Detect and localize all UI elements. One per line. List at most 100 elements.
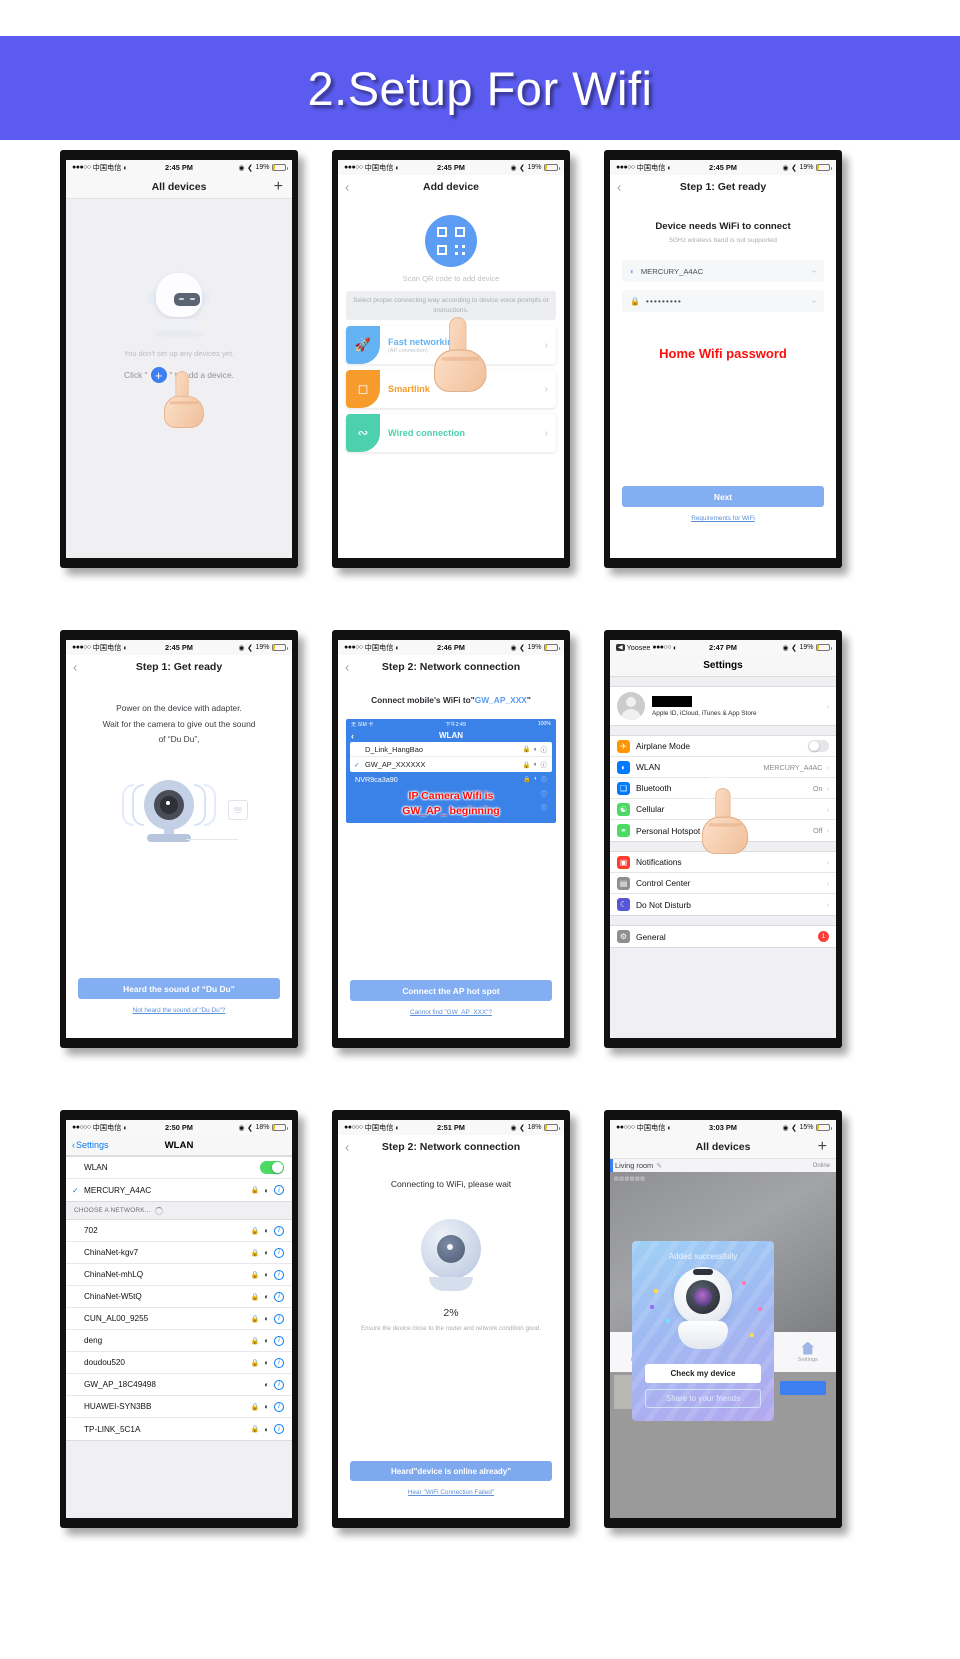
inner-network-row[interactable]: D_Link_HangBao 🔒 ◐ ⓘ xyxy=(350,742,552,757)
bluetooth-icon: ❮ xyxy=(247,164,253,172)
info-icon[interactable]: i xyxy=(274,1291,284,1302)
screenshot-grid: ●●●○○ 中国电信 ◐ 2:45 PM ◉ ❮ 19% All devices… xyxy=(0,150,960,1590)
network-name: D_Link_HangBao xyxy=(365,744,423,754)
wlan-row[interactable]: HUAWEI-SYN3BB 🔒 ◐ i xyxy=(66,1396,292,1418)
page-title: 2.Setup For Wifi xyxy=(307,61,653,115)
info-icon[interactable]: i xyxy=(274,1185,284,1195)
airplane-icon: ✈ xyxy=(617,739,630,753)
option-wired-connection[interactable]: ∾ Wired connection › xyxy=(346,414,556,453)
wlan-row[interactable]: 702 🔒 ◐ i xyxy=(66,1220,292,1242)
wlan-row[interactable]: ChinaNet-W5tQ 🔒 ◐ i xyxy=(66,1286,292,1308)
cannot-find-link[interactable]: Cannot find "GW_AP_XXX"? xyxy=(338,1009,564,1016)
settings-row-control-center[interactable]: ▤ Control Center › xyxy=(610,873,836,894)
settings-row-notifications[interactable]: ▣ Notifications › xyxy=(610,852,836,873)
back-button[interactable]: ‹ xyxy=(345,181,349,194)
wlan-row[interactable]: ChinaNet-mhLQ 🔒 ◐ i xyxy=(66,1264,292,1286)
back-to-settings-button[interactable]: ‹ Settings xyxy=(72,1140,109,1150)
airplane-mode-toggle[interactable] xyxy=(808,740,829,752)
chevron-down-icon[interactable]: › xyxy=(810,270,819,273)
check-my-device-button[interactable]: Check my device xyxy=(645,1364,761,1383)
settings-row-bluetooth[interactable]: ❏ Bluetooth On › xyxy=(610,778,836,799)
phone-screen: ●●○○○ 中国电信 ◐ 3:03 PM ◉ ❮ 15% All devices… xyxy=(610,1120,836,1518)
back-button[interactable]: ‹ xyxy=(617,181,621,194)
not-heard-link[interactable]: Not heard the sound of “Du Du”? xyxy=(66,1007,292,1014)
info-icon[interactable]: i xyxy=(274,1401,284,1412)
connect-ap-button[interactable]: Connect the AP hot spot xyxy=(350,980,552,1001)
hint-prefix: Click " xyxy=(124,370,148,380)
wlan-body[interactable]: WLAN ✓ MERCURY_A4AC 🔒 ◐ i CHOOSE A NETWO… xyxy=(66,1156,292,1518)
wlan-row[interactable]: CUN_AL00_9255 🔒 ◐ i xyxy=(66,1308,292,1330)
battery-percent: 19% xyxy=(799,164,814,171)
lock-icon: 🔒 xyxy=(250,1337,260,1345)
lock-icon: 🔒 xyxy=(630,296,640,306)
account-text: Apple ID, iCloud, iTunes & App Store xyxy=(652,695,757,717)
action-button[interactable] xyxy=(780,1381,826,1395)
settings-row-personal-hotspot[interactable]: ⚭ Personal Hotspot Off › xyxy=(610,820,836,841)
settings-row-wlan[interactable]: ◐ WLAN MERCURY_A4AC › xyxy=(610,757,836,778)
nav-bar: ‹ Add device xyxy=(338,175,564,199)
wlan-toggle[interactable] xyxy=(260,1161,284,1174)
settings-row-general[interactable]: ⚙ General 1 xyxy=(610,926,836,947)
battery-percent: 15% xyxy=(799,1124,814,1131)
phone-wlan-list: ●●○○○ 中国电信 ◐ 2:50 PM ◉ ❮ 18% ‹ Settings … xyxy=(60,1110,298,1528)
settings-row-cellular[interactable]: ☯ Cellular › xyxy=(610,799,836,820)
notifications-icon: ▣ xyxy=(617,855,630,869)
nav-title: All devices xyxy=(695,1140,751,1153)
info-icon[interactable]: i xyxy=(274,1424,284,1434)
connection-failed-link[interactable]: Hear "WiFi Connection Failed" xyxy=(338,1489,564,1496)
info-icon[interactable]: i xyxy=(274,1225,284,1236)
info-icon[interactable]: i xyxy=(274,1335,284,1346)
phone-frame: ◀ Yoosee ●●●○○ ◐ 2:47 PM ◉ ❮ 19% Setting… xyxy=(604,630,842,1048)
apple-id-row[interactable]: Apple ID, iCloud, iTunes & App Store › xyxy=(610,686,836,726)
chevron-down-icon[interactable]: › xyxy=(810,300,819,303)
back-button[interactable]: ‹ xyxy=(73,661,77,674)
wlan-connected-row[interactable]: ✓ MERCURY_A4AC 🔒 ◐ i xyxy=(66,1179,292,1201)
wlan-row[interactable]: doudou520 🔒 ◐ i xyxy=(66,1352,292,1374)
next-button[interactable]: Next xyxy=(622,486,824,507)
power-on-body: Power on the device with adapter. Wait f… xyxy=(66,679,292,1038)
bluetooth-icon: ❮ xyxy=(519,164,525,172)
wlan-toggle-row[interactable]: WLAN xyxy=(66,1157,292,1179)
info-icon[interactable]: i xyxy=(274,1379,284,1390)
add-device-button[interactable]: + xyxy=(818,1138,827,1155)
settings-scroll[interactable]: Apple ID, iCloud, iTunes & App Store › ✈… xyxy=(610,677,836,1038)
settings-row-do-not-disturb[interactable]: ☾ Do Not Disturb › xyxy=(610,894,836,915)
wlan-row[interactable]: ChinaNet-kgv7 🔒 ◐ i xyxy=(66,1242,292,1264)
nav-bar: ‹ Step 2: Network connection xyxy=(338,655,564,679)
location-icon: ◉ xyxy=(238,164,245,172)
settings-icon xyxy=(801,1341,815,1355)
status-right: ◉ ❮ 19% xyxy=(511,164,560,172)
wlan-row-gw-ap[interactable]: GW_AP_18C49498 ◐ i xyxy=(66,1374,292,1396)
info-icon[interactable]: i xyxy=(274,1313,284,1324)
back-button[interactable]: ‹ xyxy=(345,661,349,674)
settings-row-airplane-mode[interactable]: ✈ Airplane Mode xyxy=(610,736,836,757)
status-right: ◉ ❮ 19% xyxy=(782,164,832,172)
device-online-button[interactable]: Heard"device is online already" xyxy=(350,1461,552,1481)
inner-network-row[interactable]: ✓ GW_AP_XXXXXX 🔒 ◐ ⓘ xyxy=(350,757,552,772)
edit-icon[interactable]: ✎ xyxy=(656,1162,662,1170)
robot-arm-left xyxy=(148,291,156,305)
info-icon[interactable]: i xyxy=(274,1247,284,1258)
annotation-line: IP Camera Wifi is xyxy=(408,789,494,802)
room-header[interactable]: Living room ✎ Online xyxy=(610,1159,836,1172)
wlan-row[interactable]: TP-LINK_5C1A 🔒 ◐ i xyxy=(66,1418,292,1440)
option-fast-networking[interactable]: 🚀 Fast networking (AP connection) › xyxy=(346,326,556,365)
share-to-friends-button[interactable]: Share to your friends xyxy=(645,1389,761,1408)
power-socket-icon xyxy=(228,799,248,820)
requirements-link[interactable]: Requirements for WiFi xyxy=(610,515,836,522)
wlan-row[interactable]: deng 🔒 ◐ i xyxy=(66,1330,292,1352)
ssid-input[interactable]: ◐ MERCURY_A4AC › xyxy=(622,260,824,282)
network-connection-body: Connect mobile's WiFi to"GW_AP_XXX" 无 SI… xyxy=(338,679,564,1038)
info-icon[interactable]: i xyxy=(274,1357,284,1368)
back-button[interactable]: ‹ xyxy=(345,1141,349,1154)
loading-spinner-icon xyxy=(154,1206,163,1215)
add-device-button[interactable]: + xyxy=(274,178,283,195)
heard-sound-button[interactable]: Heard the sound of “Du Du” xyxy=(78,978,280,999)
action-settings[interactable]: Settings xyxy=(780,1332,837,1372)
row-label: Bluetooth xyxy=(636,783,672,793)
qr-scan-button[interactable] xyxy=(425,215,477,267)
location-icon: ◉ xyxy=(782,164,789,172)
info-icon[interactable]: i xyxy=(274,1269,284,1280)
password-input[interactable]: 🔒 ••••••••• › xyxy=(622,290,824,312)
option-smartlink[interactable]: ◻ Smartlink › xyxy=(346,370,556,409)
